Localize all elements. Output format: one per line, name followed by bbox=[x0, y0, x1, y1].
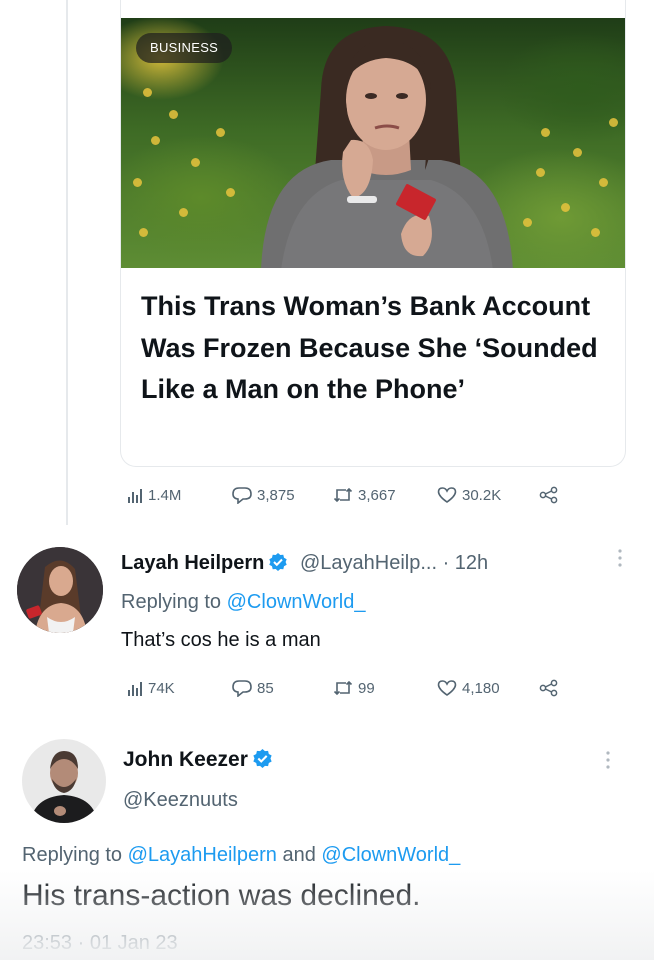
reply-icon bbox=[232, 680, 252, 697]
verified-badge-icon bbox=[269, 553, 288, 571]
retweet-count: 3,667 bbox=[358, 486, 396, 504]
tweet-timestamp[interactable]: 23:53 · 01 Jan 23 bbox=[22, 930, 178, 956]
author-name[interactable]: John Keezer bbox=[123, 748, 248, 771]
avatar[interactable] bbox=[22, 739, 106, 823]
reply-count: 85 bbox=[257, 679, 274, 697]
mention-link[interactable]: @ClownWorld_ bbox=[321, 844, 460, 866]
views-count: 1.4M bbox=[148, 487, 182, 504]
tweet-text: That’s cos he is a man bbox=[121, 629, 321, 651]
views-stat[interactable]: 1.4M bbox=[127, 487, 181, 504]
reply-count: 3,875 bbox=[257, 486, 295, 504]
author-handle[interactable]: @Keeznuuts bbox=[123, 787, 238, 813]
like-button[interactable]: 4,180 bbox=[437, 679, 500, 697]
mention-link[interactable]: @LayahHeilpern bbox=[128, 844, 277, 866]
views-stat[interactable]: 74K bbox=[127, 680, 175, 697]
like-icon bbox=[437, 487, 457, 503]
author-name[interactable]: Layah Heilpern bbox=[121, 552, 264, 574]
portrait-photo bbox=[261, 26, 513, 268]
share-icon bbox=[539, 486, 558, 504]
author-handle[interactable]: @LayahHeilp... bbox=[300, 552, 437, 574]
dot-separator: · bbox=[442, 552, 450, 574]
reply-button[interactable]: 85 bbox=[232, 679, 274, 697]
more-options-icon[interactable] bbox=[606, 750, 610, 775]
replying-to-label: Replying to bbox=[121, 591, 222, 613]
profile-photo bbox=[22, 739, 106, 823]
replying-and-label: and bbox=[282, 844, 316, 866]
article-link-card[interactable]: BUSINESS This Trans Woman’s Bank Account… bbox=[120, 0, 626, 467]
retweet-icon bbox=[333, 680, 353, 696]
views-icon bbox=[128, 681, 142, 696]
retweet-button[interactable]: 99 bbox=[333, 679, 375, 697]
like-icon bbox=[437, 680, 457, 696]
reply-button[interactable]: 3,875 bbox=[232, 486, 295, 504]
like-button[interactable]: 30.2K bbox=[437, 486, 501, 504]
retweet-button[interactable]: 3,667 bbox=[333, 486, 396, 504]
mention-link[interactable]: @ClownWorld_ bbox=[227, 591, 366, 613]
like-count: 30.2K bbox=[462, 486, 502, 504]
views-icon bbox=[128, 488, 142, 503]
like-count: 4,180 bbox=[462, 679, 500, 697]
reply1-action-bar: 74K 85 99 4,180 bbox=[0, 676, 654, 702]
article-action-bar: 1.4M 3,875 3,667 30.2K bbox=[0, 483, 654, 509]
more-options-icon[interactable] bbox=[618, 548, 624, 573]
retweet-count: 99 bbox=[358, 679, 375, 697]
share-button[interactable] bbox=[539, 486, 559, 504]
views-count: 74K bbox=[148, 680, 175, 697]
thread-connector-line bbox=[66, 0, 68, 525]
tweet-text: His trans-action was declined. bbox=[22, 879, 421, 912]
replying-to-label: Replying to bbox=[22, 844, 123, 866]
article-thumbnail-image[interactable]: BUSINESS bbox=[121, 18, 625, 268]
category-badge: BUSINESS bbox=[136, 33, 233, 63]
share-icon bbox=[539, 679, 558, 697]
tweet-time[interactable]: 12h bbox=[455, 552, 488, 574]
reply-icon bbox=[232, 487, 252, 504]
share-button[interactable] bbox=[539, 679, 559, 697]
verified-badge-icon bbox=[253, 749, 272, 768]
retweet-icon bbox=[333, 487, 353, 503]
avatar[interactable] bbox=[17, 547, 103, 633]
profile-photo bbox=[17, 547, 103, 633]
article-headline[interactable]: This Trans Woman’s Bank Account Was Froz… bbox=[141, 286, 611, 411]
